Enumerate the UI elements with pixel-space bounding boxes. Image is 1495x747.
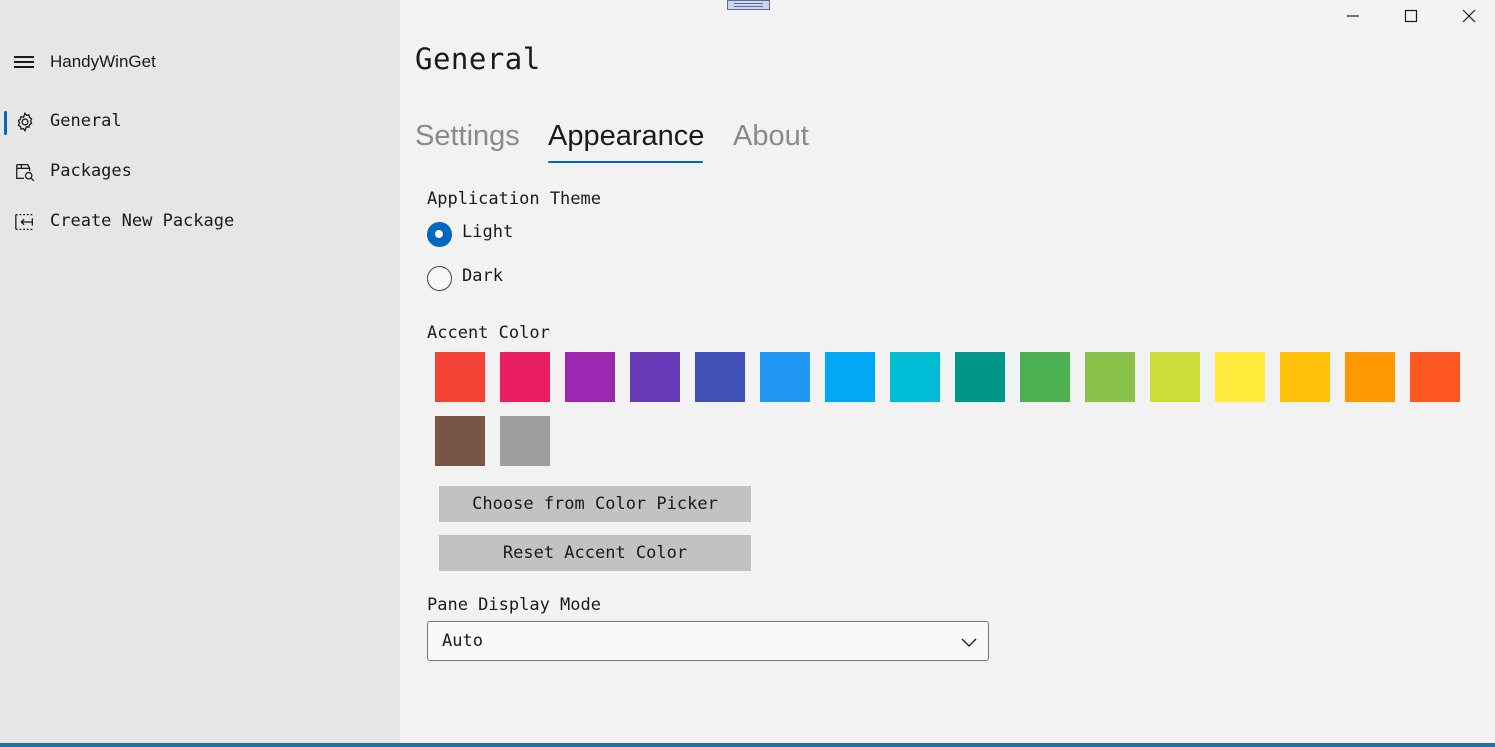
active-tab-underline — [548, 161, 703, 163]
pane-display-mode-dropdown[interactable]: Auto — [427, 621, 989, 661]
accent-color-swatch[interactable] — [760, 352, 810, 402]
application-theme-label: Application Theme — [427, 189, 601, 209]
pane-display-mode-label: Pane Display Mode — [427, 595, 601, 615]
sidebar-item-label: Packages — [50, 161, 132, 181]
reset-accent-color-button[interactable]: Reset Accent Color — [439, 535, 751, 571]
package-search-icon — [16, 164, 35, 182]
accent-color-swatch[interactable] — [1020, 352, 1070, 402]
maximize-icon[interactable] — [1399, 4, 1423, 28]
page-title: General — [415, 42, 541, 76]
accent-color-swatch[interactable] — [1085, 352, 1135, 402]
accent-color-swatch[interactable] — [565, 352, 615, 402]
accent-color-swatch[interactable] — [955, 352, 1005, 402]
chevron-down-icon — [961, 638, 977, 647]
radio-label: Light — [462, 222, 514, 242]
navigation-pane: HandyWinGet General Packages Create New … — [0, 0, 400, 747]
tab-appearance[interactable]: Appearance — [548, 120, 704, 153]
sidebar-item-packages[interactable]: Packages — [0, 151, 400, 191]
tab-about[interactable]: About — [733, 120, 809, 153]
app-title: HandyWinGet — [50, 52, 156, 71]
accent-color-label: Accent Color — [427, 323, 550, 343]
sidebar-item-create-new-package[interactable]: Create New Package — [0, 201, 400, 241]
accent-color-swatch[interactable] — [890, 352, 940, 402]
radio-circle — [427, 266, 452, 291]
tab-settings[interactable]: Settings — [415, 120, 520, 153]
accent-color-swatch[interactable] — [1215, 352, 1265, 402]
theme-radio-light[interactable]: Light — [427, 222, 627, 250]
gear-icon — [17, 111, 33, 133]
sidebar-item-general[interactable]: General — [0, 101, 400, 141]
hamburger-menu-icon[interactable] — [14, 54, 36, 70]
radio-circle — [427, 222, 452, 247]
accent-color-swatch[interactable] — [695, 352, 745, 402]
choose-from-color-picker-button[interactable]: Choose from Color Picker — [439, 486, 751, 522]
close-icon[interactable] — [1457, 4, 1481, 28]
accent-color-swatch[interactable] — [1150, 352, 1200, 402]
accent-color-swatch[interactable] — [435, 416, 485, 466]
sidebar-item-label: Create New Package — [50, 211, 235, 231]
dropdown-selected-value: Auto — [442, 631, 483, 651]
accent-color-swatch[interactable] — [500, 416, 550, 466]
accent-color-swatch[interactable] — [1280, 352, 1330, 402]
sidebar-item-label: General — [50, 111, 122, 131]
accent-color-swatch[interactable] — [825, 352, 875, 402]
accent-color-swatch[interactable] — [1345, 352, 1395, 402]
selection-indicator — [4, 111, 7, 135]
create-package-icon — [15, 214, 35, 230]
accent-color-swatch[interactable] — [630, 352, 680, 402]
accent-color-swatch[interactable] — [1410, 352, 1460, 402]
title-bar-drag-handle[interactable] — [727, 0, 770, 10]
accent-color-swatch[interactable] — [500, 352, 550, 402]
radio-label: Dark — [462, 266, 503, 286]
minimize-icon[interactable] — [1341, 4, 1365, 28]
accent-color-swatch[interactable] — [435, 352, 485, 402]
taskbar-edge — [0, 743, 1495, 747]
theme-radio-dark[interactable]: Dark — [427, 266, 627, 294]
